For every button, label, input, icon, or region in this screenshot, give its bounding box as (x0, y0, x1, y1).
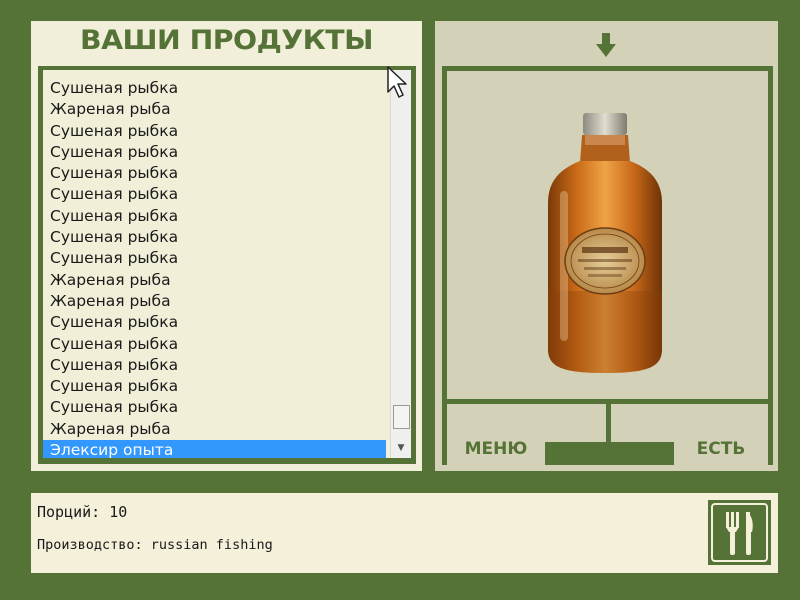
product-list-item[interactable]: Сушеная рыбка (43, 184, 386, 205)
product-list-item[interactable]: Жареная рыба (43, 99, 386, 120)
products-panel-title: ВАШИ ПРОДУКТЫ (80, 25, 373, 56)
product-list-item[interactable]: Сушеная рыбка (43, 397, 386, 418)
scrollbar-thumb[interactable] (393, 405, 410, 429)
scrollbar[interactable]: ▼ (390, 70, 411, 458)
product-image-area (447, 71, 768, 399)
producer-text: Производство: russian fishing (37, 537, 273, 553)
product-list-item[interactable]: Сушеная рыбка (43, 334, 386, 355)
product-list-item[interactable]: Сушеная рыбка (43, 78, 386, 99)
product-list-item[interactable]: Сушеная рыбка (43, 142, 386, 163)
products-panel: ВАШИ ПРОДУКТЫ Сушеная рыбка Жареная рыба С… (31, 21, 422, 471)
mouse-pointer-icon (387, 66, 407, 98)
product-list-frame: Сушеная рыбка Жареная рыба Сушеная рыбка Су… (38, 66, 416, 464)
product-list-item[interactable]: Сушеная рыбка (43, 163, 386, 184)
product-list-item[interactable]: Сушеная рыбка (43, 248, 386, 269)
menu-button[interactable]: МЕНЮ (447, 433, 545, 465)
product-list-item[interactable]: Сушеная рыбка (43, 312, 386, 333)
product-list-item[interactable]: Жареная рыба (43, 419, 386, 440)
product-list-item[interactable]: Сушеная рыбка (43, 206, 386, 227)
fork-knife-icon (711, 503, 768, 562)
product-image-frame (442, 66, 773, 404)
eat-icon-button[interactable] (708, 500, 771, 565)
product-list-item[interactable]: Элексир опыта (43, 440, 386, 458)
down-arrow-icon (596, 33, 616, 57)
product-info-panel: Порций: 10 Производство: russian fishing (31, 493, 778, 573)
product-list-item[interactable]: Сушеная рыбка (43, 227, 386, 248)
preview-panel: МЕНЮ ЕСТЬ (435, 21, 778, 471)
bottle-image (548, 113, 662, 373)
portions-text: Порций: 10 (37, 503, 128, 521)
product-list-item[interactable]: Жареная рыба (43, 270, 386, 291)
product-list[interactable]: Сушеная рыбка Жареная рыба Сушеная рыбка Су… (43, 70, 411, 458)
action-button-area: МЕНЮ ЕСТЬ (442, 404, 773, 465)
product-list-item[interactable]: Сушеная рыбка (43, 376, 386, 397)
eat-button[interactable]: ЕСТЬ (674, 433, 768, 465)
scroll-down-arrow-icon[interactable]: ▼ (391, 438, 411, 458)
product-list-items: Сушеная рыбка Жареная рыба Сушеная рыбка Су… (43, 78, 386, 458)
product-list-item[interactable]: Сушеная рыбка (43, 121, 386, 142)
product-list-item[interactable]: Жареная рыба (43, 291, 386, 312)
product-list-item[interactable]: Сушеная рыбка (43, 355, 386, 376)
